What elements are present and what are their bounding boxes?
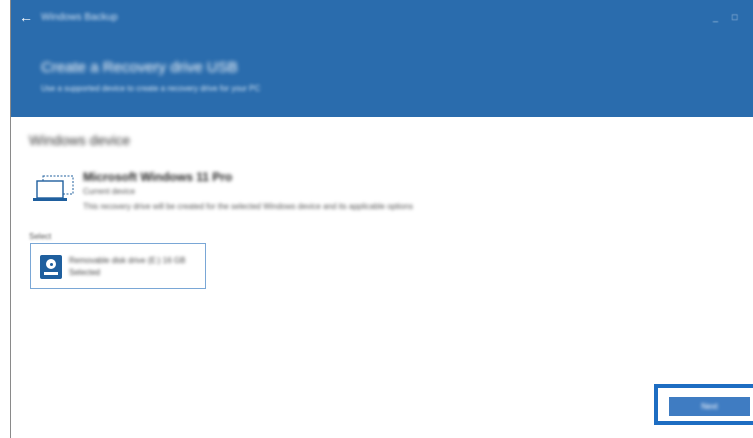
back-arrow-icon[interactable]: ←	[19, 8, 37, 26]
header-banner: ← Windows Backup _ □ Create a Recovery d…	[11, 0, 753, 117]
device-description: This recovery drive will be created for …	[83, 202, 413, 211]
header-title: Create a Recovery drive USB	[41, 59, 238, 76]
maximize-button[interactable]: □	[732, 12, 737, 22]
section-title: Windows device	[29, 132, 131, 148]
drive-option-status: Selected	[69, 268, 101, 277]
drive-option-name: Removable disk drive (E:) 16 GB	[69, 256, 186, 265]
device-status: Current device	[83, 187, 136, 196]
window-title: Windows Backup	[41, 12, 118, 23]
next-button[interactable]: Next	[669, 397, 750, 416]
option-label: Select	[29, 232, 52, 241]
recovery-window: ← Windows Backup _ □ Create a Recovery d…	[10, 0, 753, 438]
disc-drive-icon	[40, 255, 62, 279]
minimize-button[interactable]: _	[713, 12, 718, 22]
next-button-label: Next	[701, 402, 718, 411]
header-subtitle: Use a supported device to create a recov…	[41, 84, 261, 93]
drive-option-card[interactable]: Removable disk drive (E:) 16 GB Selected	[30, 243, 206, 289]
laptop-icon	[33, 175, 74, 201]
device-name: Microsoft Windows 11 Pro	[83, 170, 233, 184]
